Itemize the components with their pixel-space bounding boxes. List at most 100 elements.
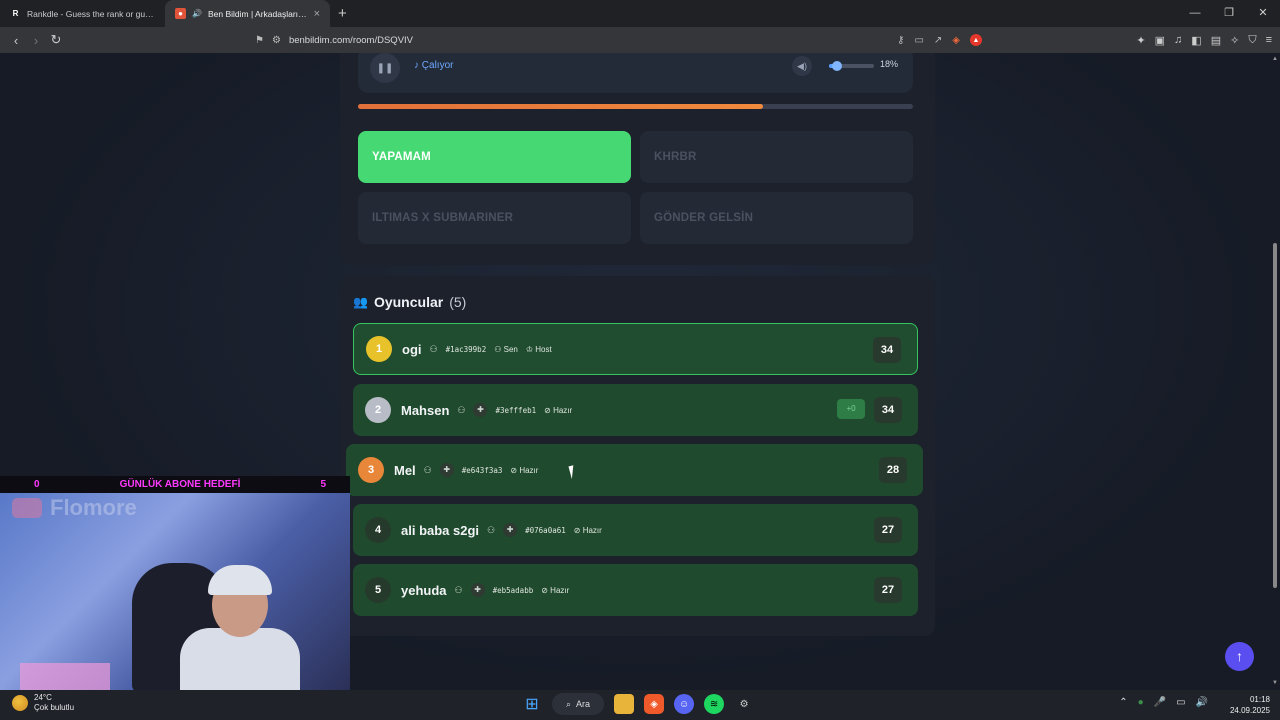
ready-tag: ⊘ Hazır [544,406,572,415]
host-tag: ♔ Host [526,345,552,354]
wallet-icon[interactable]: ▤ [1211,34,1221,47]
site-info-icon[interactable]: ⚙ [272,35,281,46]
player-meta: ⚇ ✚ #e643f3a3 ⊘ Hazır [423,463,538,477]
answer-option-2[interactable]: KHRBR [640,131,913,183]
spotify-icon[interactable]: ≋ [704,694,725,714]
toolbar-extensions: ✦ ▣ ♫ ◧ ▤ ✧ ⛉ ≡ [1136,27,1272,53]
back-icon[interactable]: ‹ [6,33,26,48]
youtube-icon [12,498,42,518]
brave-browser-icon[interactable]: ◈ [644,694,665,714]
forward-icon[interactable]: › [26,33,46,48]
streamer-body [180,628,300,693]
audio-player: ❚❚ ♪ Çalıyor ◀) 18% [358,53,913,93]
page-scrollbar[interactable]: ▲ ▼ [1272,53,1278,690]
restore-icon[interactable]: ❐ [1212,0,1246,27]
speaker-icon: 🔊 [192,9,202,18]
song-progress-fill [358,104,764,109]
sidebar-icon[interactable]: ◧ [1191,34,1201,47]
scrollbar-thumb[interactable] [1273,243,1277,588]
system-tray: ⌃ ● 🎤 ▭ 🔊 [1119,697,1208,708]
player-row: 3 Mel ⚇ ✚ #e643f3a3 ⊘ Hazır 28 [346,444,923,496]
playing-status: ♪ Çalıyor [414,60,454,71]
scroll-down-icon[interactable]: ▼ [1272,680,1278,686]
address-bar[interactable]: ⚑ ⚙ benbildim.com/room/DSQVIV ⚷ ▭ ↗ ◈ ▲ [245,30,990,50]
pink-light [20,663,110,693]
answer-option-1[interactable]: YAPAMAM [358,131,631,183]
windows-taskbar: 24°C Çok bulutlu ⊞ ⌕ Ara ◈ ☺ ≋ ⚙ ⌃ ● 🎤 ▭ … [0,690,1280,720]
screenshot-icon[interactable]: ▣ [1155,34,1165,47]
player-name: Mahsen [401,402,450,418]
cast-icon[interactable]: ▭ [914,35,923,46]
users-icon: 👥 [353,295,368,309]
player-score: 34 [874,397,902,423]
weather-widget[interactable]: 24°C Çok bulutlu [12,693,74,713]
browser-tab-benbildim[interactable]: ● 🔊 Ben Bildim | Arkadaşlarınla Oyna × [165,0,330,27]
user-icon: ⚇ [454,584,463,595]
webcam-video [0,493,350,693]
headphones [208,565,272,595]
you-label: Sen [503,344,518,354]
extensions-icon[interactable]: ✦ [1136,34,1145,47]
brave-shield-icon[interactable]: ◈ [952,35,960,46]
browser-tab-rankdle[interactable]: R Rankdle - Guess the rank or guess the.… [0,0,165,27]
tray-app-icon[interactable]: ● [1138,697,1144,708]
discord-icon[interactable]: ☺ [674,694,695,714]
vpn-icon[interactable]: ⛉ [1248,34,1256,47]
player-row: 4 ali baba s2gi ⚇ ✚ #076a0a61 ⊘ Hazır 27 [353,504,918,556]
volume-slider[interactable] [829,61,874,71]
add-friend-icon[interactable]: ✚ [503,523,518,537]
user-icon: ⚇ [423,464,432,475]
ready-tag: ⊘ Hazır [574,526,602,535]
volume-tray-icon[interactable]: 🔊 [1196,697,1208,708]
rank-badge: 2 [365,397,391,423]
volume-percent: 18% [880,59,899,69]
brave-rewards-icon[interactable]: ▲ [970,34,982,46]
answer-label: YAPAMAM [372,151,431,163]
leo-ai-icon[interactable]: ✧ [1230,34,1239,47]
taskbar-apps: ⊞ ⌕ Ara ◈ ☺ ≋ ⚙ [522,693,754,715]
add-friend-icon[interactable]: ✚ [470,583,485,597]
player-meta: ⚇ ✚ #eb5adabb ⊘ Hazır [454,583,569,597]
minimize-icon[interactable]: — [1178,0,1212,27]
search-icon: ⌕ [566,698,572,709]
browser-tab-strip: R Rankdle - Guess the rank or guess the.… [0,0,1280,27]
volume-knob[interactable] [832,61,843,71]
webcam-overlay: 0 GÜNLÜK ABONE HEDEFİ 5 Flomore [0,476,350,693]
scroll-to-top-button[interactable]: ↑ [1225,642,1254,671]
player-row: 1 ogi ⚇ #1ac399b2 ⚇ Sen ♔ Host 34 [353,323,918,375]
system-clock[interactable]: 01:18 24.09.2025 [1230,694,1270,716]
scroll-up-icon[interactable]: ▲ [1272,56,1278,62]
media-icon[interactable]: ♫ [1174,34,1182,46]
add-friend-icon[interactable]: ✚ [473,403,488,417]
player-meta: ⚇ #1ac399b2 ⚇ Sen ♔ Host [430,344,552,355]
brand-name: Flomore [50,495,137,520]
new-tab-button[interactable]: + [330,5,355,22]
clock-time: 01:18 [1249,695,1270,704]
url-text[interactable]: benbildim.com/room/DSQVIV [289,35,413,46]
volume-icon[interactable]: ◀) [792,56,812,76]
reload-icon[interactable]: ↻ [46,32,66,48]
answer-label: ILTIMAS X SUBMARINER [372,212,514,224]
add-friend-icon[interactable]: ✚ [439,463,454,477]
player-name: ogi [402,341,422,357]
close-tab-icon[interactable]: × [314,8,320,20]
file-explorer-icon[interactable] [614,694,635,714]
share-icon[interactable]: ↗ [934,35,942,46]
pause-button[interactable]: ❚❚ [370,53,400,83]
menu-icon[interactable]: ≡ [1266,34,1272,46]
windows-start-icon[interactable]: ⊞ [522,694,542,714]
search-label: Ara [576,699,591,709]
answer-option-3[interactable]: ILTIMAS X SUBMARINER [358,192,631,244]
network-icon[interactable]: ▭ [1176,697,1185,708]
settings-icon[interactable]: ⚙ [734,694,754,714]
bookmark-icon[interactable]: ⚑ [255,35,264,46]
tray-overflow-icon[interactable]: ⌃ [1119,697,1127,708]
microphone-icon[interactable]: 🎤 [1154,697,1166,708]
close-window-icon[interactable]: ✕ [1246,0,1280,27]
taskbar-search[interactable]: ⌕ Ara [552,693,605,715]
tab-title: Rankdle - Guess the rank or guess the... [27,8,155,19]
players-title: Oyuncular [373,294,444,310]
tab-title: Ben Bildim | Arkadaşlarınla Oyna [207,8,308,19]
answer-option-4[interactable]: GÖNDER GELSİN [640,192,913,244]
key-icon[interactable]: ⚷ [897,35,904,46]
